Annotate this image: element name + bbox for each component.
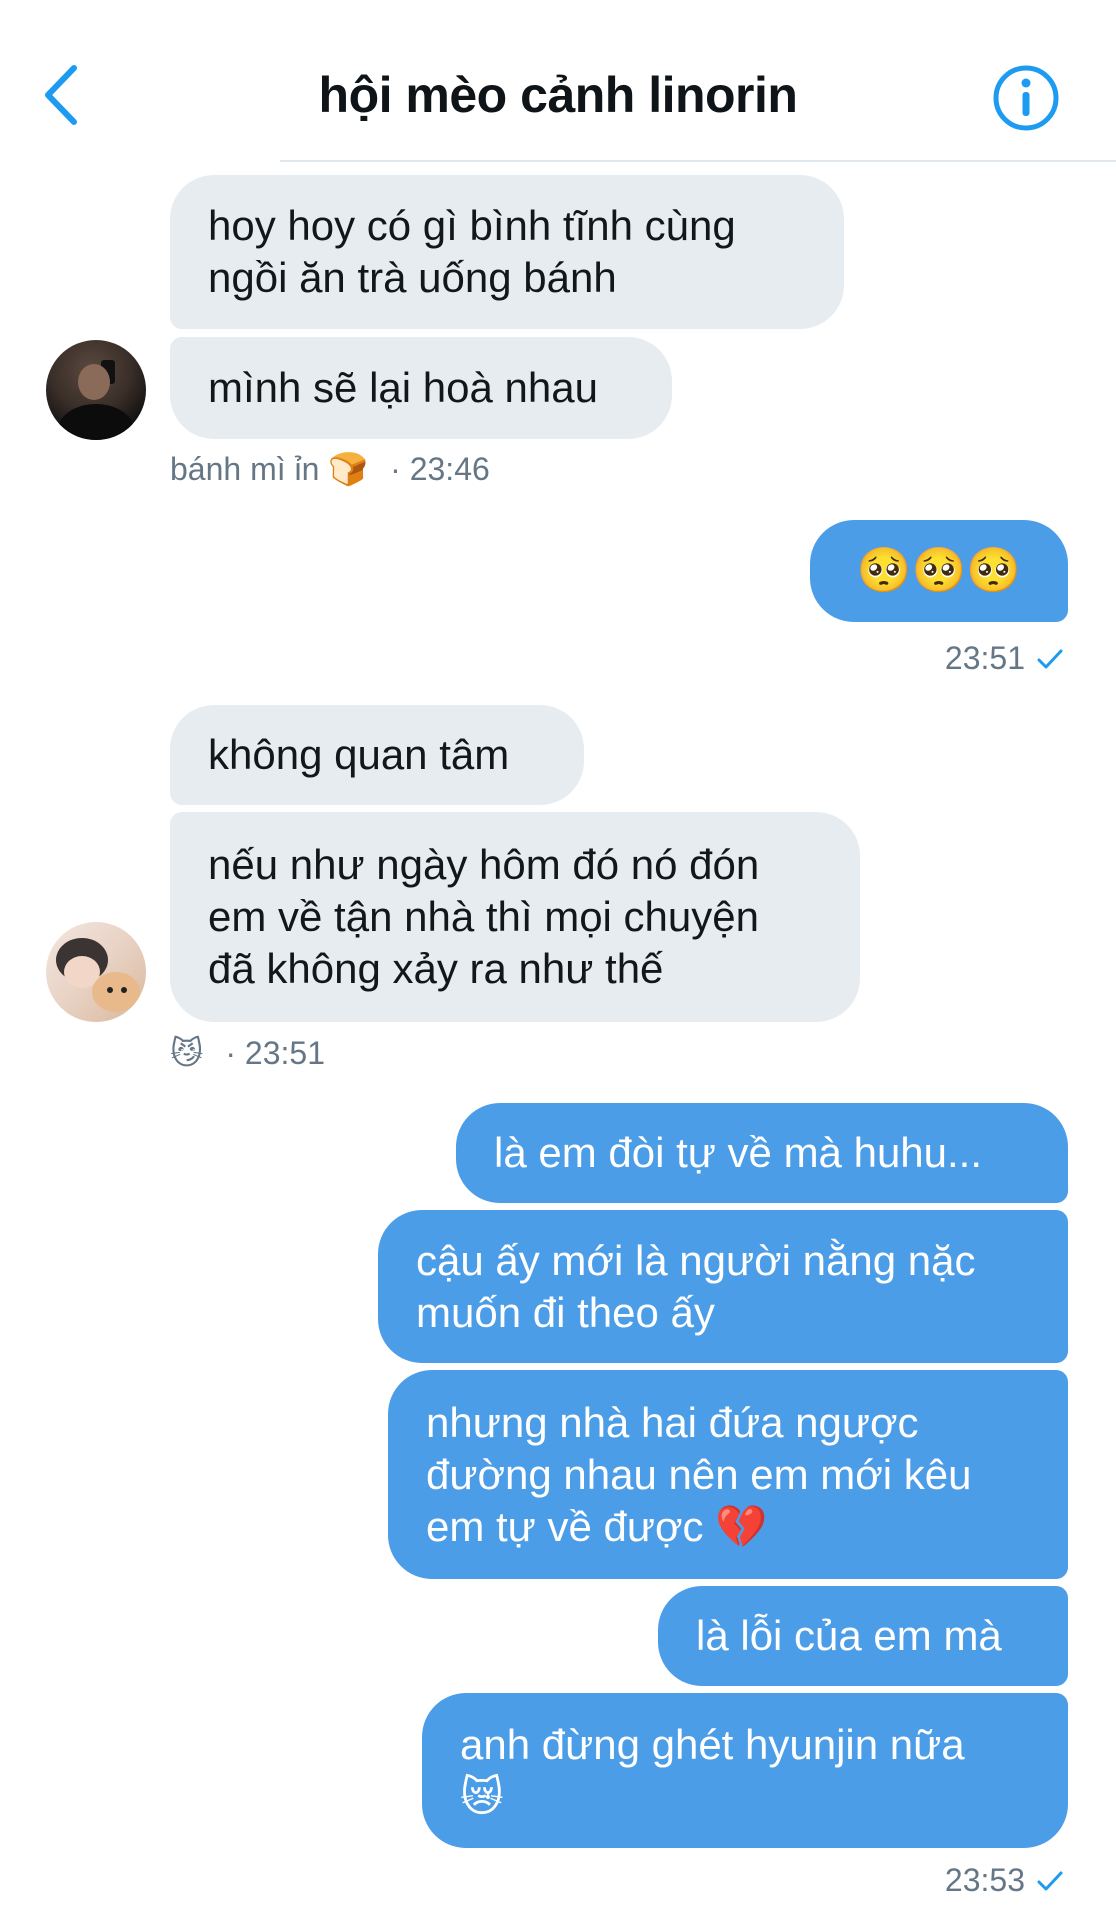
message-bubble-incoming[interactable]: mình sẽ lại hoà nhau bbox=[170, 337, 672, 439]
conversation-title: hội mèo cảnh linorin bbox=[318, 67, 798, 123]
avatar[interactable] bbox=[46, 922, 146, 1022]
info-circle-icon bbox=[993, 65, 1059, 131]
sender-name: bánh mì ỉn 🍞 bbox=[170, 451, 369, 487]
message-bubble-outgoing[interactable]: anh đừng ghét hyunjin nữa 😿 bbox=[422, 1693, 1068, 1848]
timestamp-read: 23:51 bbox=[945, 640, 1063, 677]
timestamp-read: 23:53 bbox=[945, 1862, 1063, 1899]
timestamp: 23:53 bbox=[944, 1862, 1025, 1898]
message-bubble-incoming[interactable]: không quan tâm bbox=[170, 705, 584, 805]
message-bubble-outgoing[interactable]: nhưng nhà hai đứa ngược đường nhau nên e… bbox=[388, 1370, 1068, 1579]
message-bubble-outgoing[interactable]: 🥺🥺🥺 bbox=[810, 520, 1068, 622]
message-bubble-outgoing[interactable]: là em đòi tự về mà huhu... bbox=[456, 1103, 1068, 1203]
timestamp: 23:51 bbox=[944, 640, 1025, 676]
timestamp: · 23:51 bbox=[225, 1034, 325, 1071]
checkmark-icon bbox=[1037, 1871, 1063, 1890]
timestamp: · 23:46 bbox=[390, 450, 490, 487]
avatar[interactable] bbox=[46, 340, 146, 440]
message-bubble-incoming[interactable]: nếu như ngày hôm đó nó đón em về tận nhà… bbox=[170, 812, 860, 1022]
avatar-image bbox=[56, 938, 140, 1012]
checkmark-icon bbox=[1037, 649, 1063, 668]
message-meta: bánh mì ỉn 🍞 · 23:46 bbox=[170, 450, 490, 488]
message-bubble-outgoing[interactable]: cậu ấy mới là người nằng nặc muốn đi the… bbox=[378, 1210, 1068, 1363]
avatar-image bbox=[58, 360, 134, 440]
header-divider bbox=[280, 160, 1116, 162]
info-button[interactable] bbox=[992, 64, 1060, 132]
conversation-header: hội mèo cảnh linorin bbox=[0, 0, 1116, 162]
message-bubble-outgoing[interactable]: là lỗi của em mà bbox=[658, 1586, 1068, 1686]
sender-name: 😼 bbox=[170, 1035, 204, 1071]
message-meta: 😼 · 23:51 bbox=[170, 1034, 325, 1072]
message-bubble-incoming[interactable]: hoy hoy có gì bình tĩnh cùng ngồi ăn trà… bbox=[170, 175, 844, 329]
